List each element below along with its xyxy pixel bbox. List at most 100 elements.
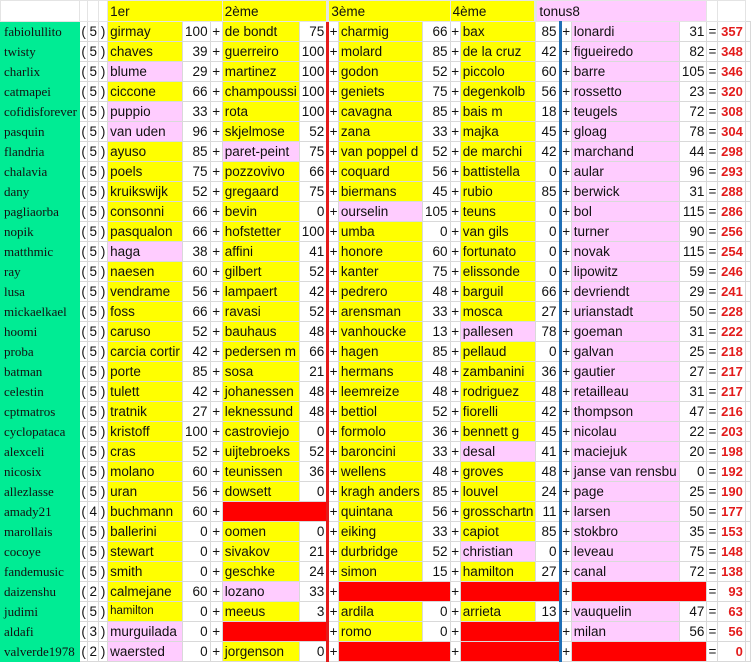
plus-sign[interactable]: + bbox=[209, 521, 223, 542]
open-paren[interactable]: ( bbox=[78, 621, 89, 642]
rider-score[interactable]: 52 bbox=[421, 61, 451, 82]
rider-name[interactable]: retailleau bbox=[570, 381, 680, 402]
rider-name[interactable]: van gils bbox=[459, 221, 537, 242]
rider-score[interactable]: 20 bbox=[678, 441, 708, 462]
plus-sign[interactable]: + bbox=[327, 41, 339, 62]
plus-sign[interactable]: + bbox=[559, 581, 572, 602]
header-blank[interactable] bbox=[98, 0, 109, 22]
rider-name[interactable]: charmig bbox=[337, 21, 423, 42]
player-name[interactable]: nopik bbox=[0, 221, 80, 242]
rider-score[interactable]: 66 bbox=[298, 161, 330, 182]
plus-sign[interactable]: + bbox=[449, 241, 461, 262]
plus-sign[interactable]: + bbox=[449, 41, 461, 62]
rider-score[interactable]: 52 bbox=[298, 441, 330, 462]
blank-cell[interactable] bbox=[744, 261, 751, 282]
rider-name[interactable]: berwick bbox=[570, 181, 680, 202]
rider-name[interactable]: goeman bbox=[570, 321, 680, 342]
rider-score[interactable]: 24 bbox=[535, 481, 562, 502]
pick-count[interactable]: 5 bbox=[87, 21, 100, 42]
rider-name[interactable]: consonni bbox=[107, 201, 184, 222]
rider-score[interactable]: 42 bbox=[535, 401, 562, 422]
player-name[interactable]: fandemusic bbox=[0, 561, 80, 582]
rider-score[interactable]: 100 bbox=[298, 81, 330, 102]
rider-name[interactable]: desal bbox=[459, 441, 537, 462]
rider-name[interactable]: champoussi bbox=[221, 81, 300, 102]
plus-sign[interactable]: + bbox=[327, 481, 339, 502]
plus-sign[interactable]: + bbox=[559, 601, 572, 622]
rider-name[interactable]: piccolo bbox=[459, 61, 537, 82]
rider-score[interactable]: 100 bbox=[182, 21, 211, 42]
equals-sign[interactable]: = bbox=[706, 381, 719, 402]
rider-name[interactable]: maciejuk bbox=[570, 441, 680, 462]
close-paren[interactable]: ) bbox=[98, 261, 109, 282]
plus-sign[interactable]: + bbox=[449, 621, 461, 642]
rider-name[interactable]: paret-peint bbox=[221, 141, 300, 162]
rider-name[interactable]: battistella bbox=[459, 161, 537, 182]
rider-name[interactable]: thompson bbox=[570, 401, 680, 422]
plus-sign[interactable]: + bbox=[209, 341, 223, 362]
pick-count[interactable]: 5 bbox=[87, 601, 100, 622]
plus-sign[interactable]: + bbox=[327, 161, 339, 182]
plus-sign[interactable]: + bbox=[209, 361, 223, 382]
rider-name[interactable]: biermans bbox=[337, 181, 423, 202]
plus-sign[interactable]: + bbox=[559, 521, 572, 542]
close-paren[interactable]: ) bbox=[98, 481, 109, 502]
total-score[interactable]: 254 bbox=[717, 241, 746, 262]
rider-score[interactable]: 59 bbox=[678, 261, 708, 282]
rider-name[interactable]: christian bbox=[459, 541, 537, 562]
rider-score[interactable]: 48 bbox=[298, 321, 330, 342]
rider-name[interactable]: vendrame bbox=[107, 281, 184, 302]
rider-score[interactable]: 33 bbox=[421, 301, 451, 322]
rider-name[interactable]: haga bbox=[107, 241, 184, 262]
close-paren[interactable]: ) bbox=[98, 281, 109, 302]
plus-sign[interactable]: + bbox=[449, 461, 461, 482]
rider-name[interactable]: calmejane bbox=[107, 581, 184, 602]
plus-sign[interactable]: + bbox=[449, 421, 461, 442]
plus-sign[interactable]: + bbox=[449, 341, 461, 362]
rider-name[interactable]: page bbox=[570, 481, 680, 502]
rider-name[interactable]: cras bbox=[107, 441, 184, 462]
empty-pick-cell[interactable] bbox=[459, 621, 562, 642]
rider-name[interactable]: murguilada bbox=[107, 621, 184, 642]
close-paren[interactable]: ) bbox=[98, 581, 109, 602]
rider-score[interactable]: 52 bbox=[421, 541, 451, 562]
open-paren[interactable]: ( bbox=[78, 181, 89, 202]
empty-pick-cell[interactable] bbox=[570, 581, 708, 602]
rider-score[interactable]: 22 bbox=[678, 421, 708, 442]
close-paren[interactable]: ) bbox=[98, 161, 109, 182]
plus-sign[interactable]: + bbox=[327, 581, 339, 602]
plus-sign[interactable]: + bbox=[559, 81, 572, 102]
rider-score[interactable]: 0 bbox=[535, 201, 562, 222]
rider-name[interactable]: uijtebroeks bbox=[221, 441, 300, 462]
pick-count[interactable]: 5 bbox=[87, 361, 100, 382]
player-name[interactable]: valverde1978 bbox=[0, 641, 80, 662]
rider-score[interactable]: 31 bbox=[678, 321, 708, 342]
equals-sign[interactable]: = bbox=[706, 161, 719, 182]
player-name[interactable]: pagliaorba bbox=[0, 201, 80, 222]
empty-pick-cell[interactable] bbox=[337, 581, 451, 602]
rider-score[interactable]: 38 bbox=[182, 241, 211, 262]
plus-sign[interactable]: + bbox=[209, 61, 223, 82]
rider-score[interactable]: 75 bbox=[298, 141, 330, 162]
player-name[interactable]: allezlasse bbox=[0, 481, 80, 502]
rider-score[interactable]: 42 bbox=[182, 341, 211, 362]
total-score[interactable]: 198 bbox=[717, 441, 746, 462]
close-paren[interactable]: ) bbox=[98, 61, 109, 82]
rider-name[interactable]: hagen bbox=[337, 341, 423, 362]
rider-score[interactable]: 56 bbox=[182, 481, 211, 502]
equals-sign[interactable]: = bbox=[706, 141, 719, 162]
plus-sign[interactable]: + bbox=[559, 561, 572, 582]
equals-sign[interactable]: = bbox=[706, 21, 719, 42]
player-name[interactable]: pasquin bbox=[0, 121, 80, 142]
player-name[interactable]: cofidisforever bbox=[0, 101, 80, 122]
plus-sign[interactable]: + bbox=[327, 441, 339, 462]
rider-name[interactable]: foss bbox=[107, 301, 184, 322]
rider-name[interactable]: honore bbox=[337, 241, 423, 262]
plus-sign[interactable]: + bbox=[449, 281, 461, 302]
pick-count[interactable]: 5 bbox=[87, 341, 100, 362]
rider-score[interactable]: 85 bbox=[535, 521, 562, 542]
rider-name[interactable]: rodriguez bbox=[459, 381, 537, 402]
total-score[interactable]: 286 bbox=[717, 201, 746, 222]
blank-cell[interactable] bbox=[744, 321, 751, 342]
rider-score[interactable]: 0 bbox=[535, 161, 562, 182]
